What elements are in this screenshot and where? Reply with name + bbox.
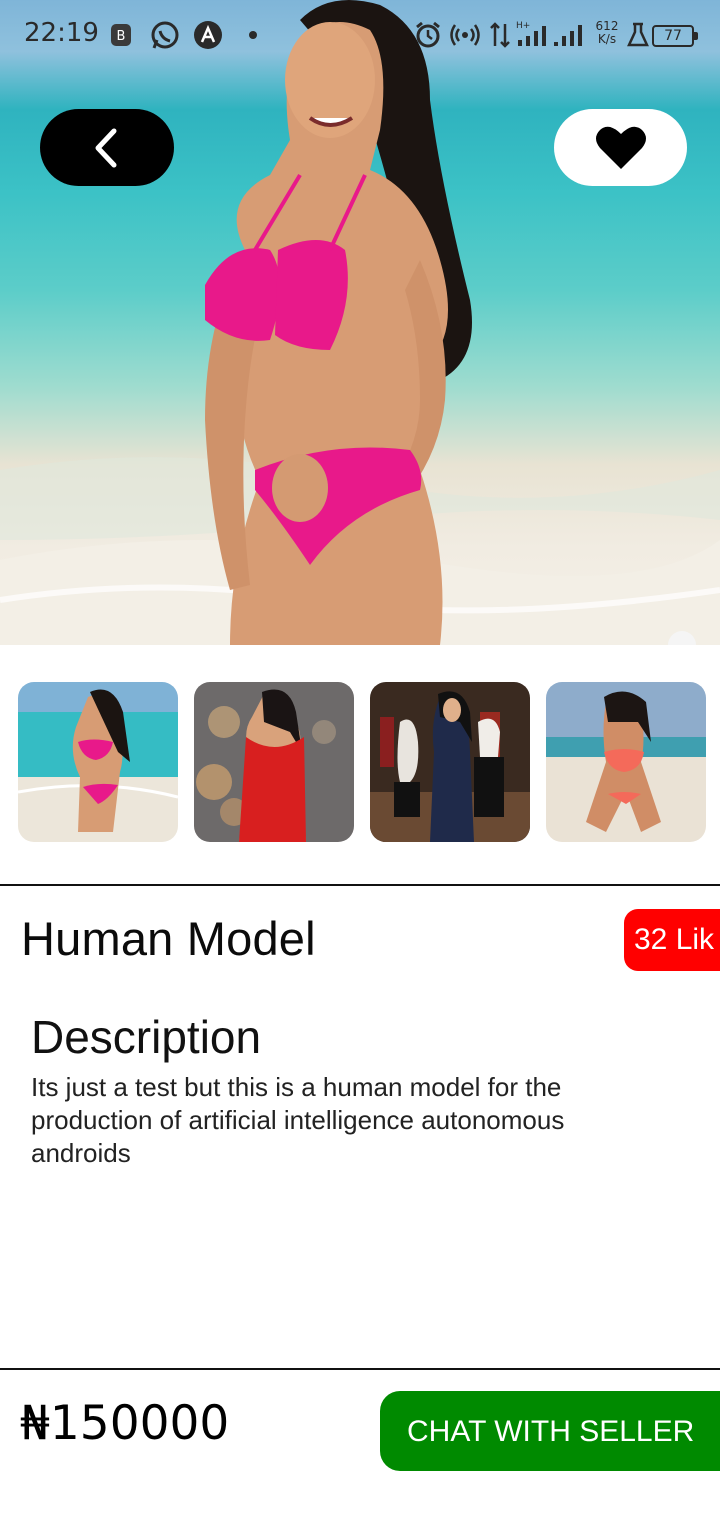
status-time: 22:19: [24, 18, 99, 48]
hero-photo: [0, 0, 720, 645]
svg-text:H+: H+: [516, 21, 530, 31]
more-notifications-dot-icon: [249, 31, 257, 39]
hotspot-icon: [450, 24, 480, 46]
status-bar: 22:19 B H+ 612 K/s 77: [0, 0, 720, 72]
thumbnail-image: [18, 682, 178, 842]
thumbnail-gallery: [18, 682, 706, 842]
description-heading: Description: [31, 1011, 262, 1063]
back-button[interactable]: [40, 109, 174, 186]
hero-image: 22:19 B H+ 612 K/s 77: [0, 0, 720, 645]
chevron-left-icon: [95, 128, 117, 167]
chat-with-seller-button[interactable]: CHAT WITH SELLER: [380, 1391, 720, 1471]
footer-divider: [0, 1368, 720, 1370]
network-speed: 612 K/s: [594, 20, 620, 46]
flask-icon: [627, 22, 649, 47]
thumbnail-2[interactable]: [194, 682, 354, 842]
battery-indicator: 77: [652, 25, 698, 47]
thumbnail-image: [194, 682, 354, 842]
heart-icon: [595, 126, 646, 169]
thumbnail-image: [546, 682, 706, 842]
network-speed-unit: K/s: [597, 32, 617, 46]
app-notification-icon: B: [111, 24, 131, 46]
data-transfer-icon: [490, 22, 510, 48]
product-title: Human Model: [21, 912, 316, 965]
signal-strength-icon: [554, 25, 582, 46]
thumbnail-1[interactable]: [18, 682, 178, 842]
signal-h-plus-icon: H+: [516, 21, 546, 46]
likes-badge[interactable]: 32 Lik: [624, 909, 720, 971]
section-divider: [0, 884, 720, 886]
thumbnail-4[interactable]: [546, 682, 706, 842]
svg-text:B: B: [117, 29, 126, 44]
product-price: ₦150000: [20, 1396, 230, 1451]
android-studio-icon: [194, 21, 222, 49]
description-text: Its just a test but this is a human mode…: [31, 1072, 565, 1168]
whatsapp-icon: [151, 21, 179, 49]
thumbnail-image: [370, 682, 530, 842]
alarm-icon: [416, 21, 440, 48]
thumbnail-3[interactable]: [370, 682, 530, 842]
favorite-button[interactable]: [554, 109, 687, 186]
